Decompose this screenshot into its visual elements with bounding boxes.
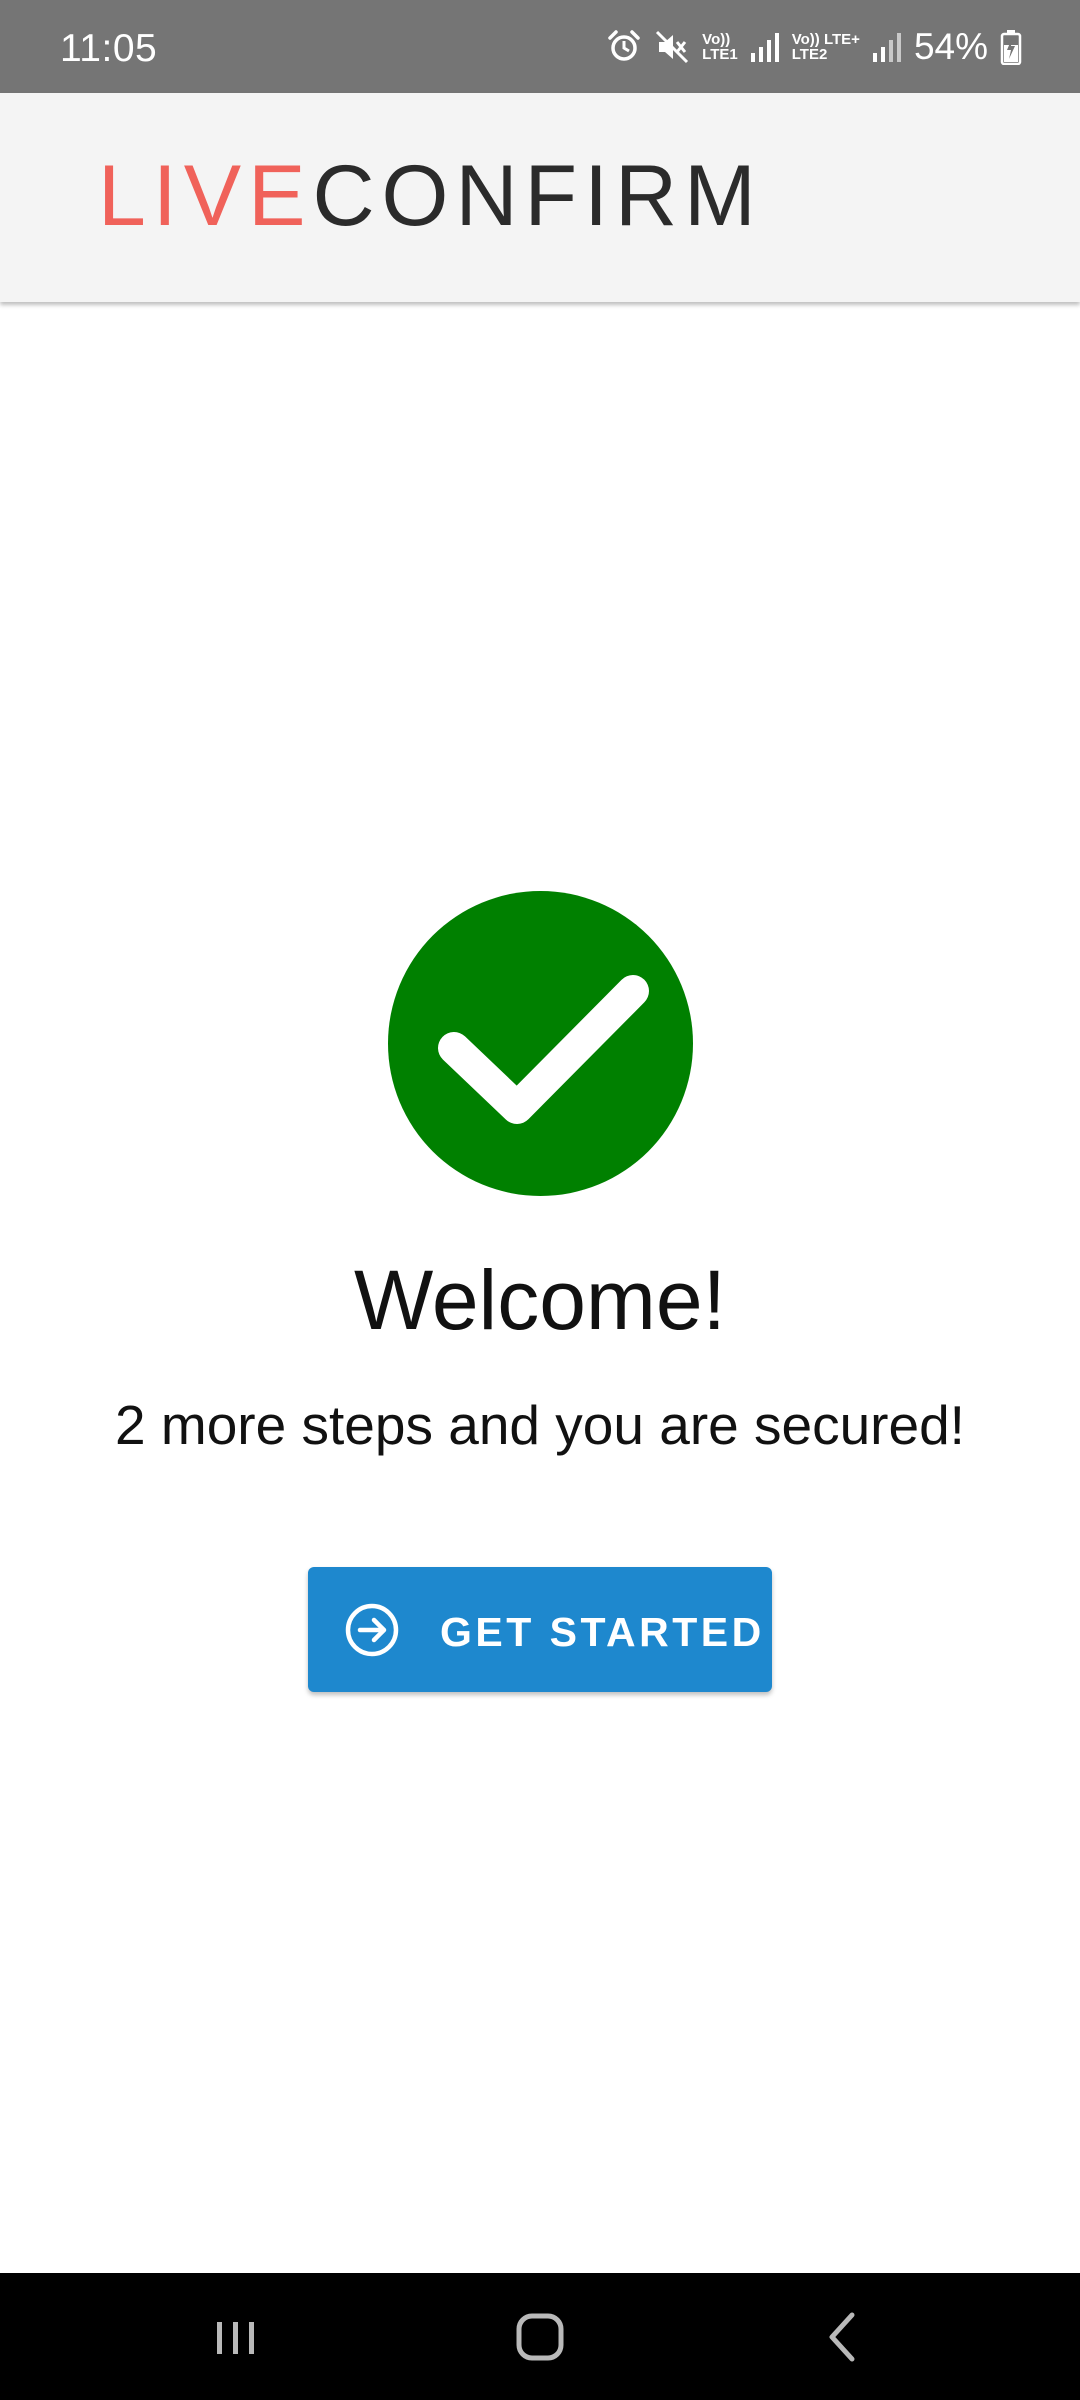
- alarm-icon: [606, 29, 642, 65]
- status-time: 11:05: [60, 27, 158, 70]
- navigation-bar: [0, 2273, 1080, 2400]
- status-bar: 11:05 Vo)) LTE1 Vo)) LTE+ LTE2 54%: [0, 0, 1080, 93]
- get-started-label: GET STARTED: [440, 1609, 765, 1655]
- signal-icon: [872, 31, 902, 63]
- screen: 11:05 Vo)) LTE1 Vo)) LTE+ LTE2 54% LIVEC…: [0, 0, 1080, 2400]
- network-1-label: Vo)) LTE1: [702, 32, 738, 62]
- signal-icon: [750, 31, 780, 63]
- recents-icon[interactable]: [200, 2301, 272, 2373]
- status-icons: Vo)) LTE1 Vo)) LTE+ LTE2 54%: [606, 22, 1022, 72]
- get-started-button[interactable]: GET STARTED: [308, 1567, 772, 1692]
- brand-logo: LIVECONFIRM: [98, 153, 763, 239]
- network-1-type: LTE1: [702, 46, 738, 63]
- app-bar: LIVECONFIRM: [0, 93, 1080, 302]
- check-circle-icon: [388, 891, 693, 1196]
- mute-icon: [654, 29, 690, 65]
- welcome-title: Welcome!: [354, 1253, 726, 1347]
- welcome-subtitle: 2 more steps and you are secured!: [115, 1394, 965, 1456]
- battery-percent: 54%: [913, 26, 988, 67]
- network-1-volte: Vo)): [702, 31, 731, 48]
- brand-confirm: CONFIRM: [312, 148, 763, 244]
- brand-live: LIVE: [98, 148, 313, 244]
- arrow-right-circle-icon: [344, 1602, 400, 1658]
- network-2-label: Vo)) LTE+ LTE2: [792, 32, 860, 62]
- home-icon[interactable]: [504, 2301, 576, 2373]
- back-icon[interactable]: [808, 2301, 880, 2373]
- battery-charging-icon: [1000, 29, 1022, 65]
- network-2-volte: Vo)) LTE+: [791, 31, 860, 48]
- network-2-type: LTE2: [791, 46, 828, 63]
